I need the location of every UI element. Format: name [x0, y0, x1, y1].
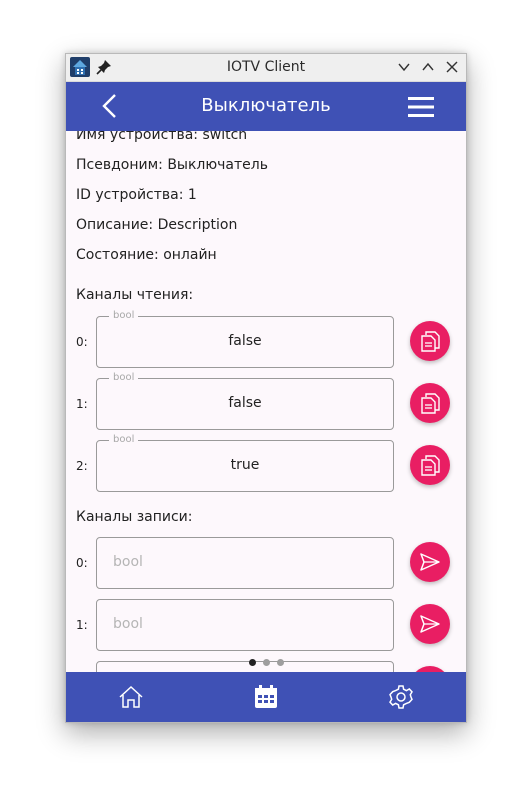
gear-icon[interactable] — [388, 684, 414, 710]
page-dot-active[interactable] — [249, 659, 256, 666]
write-channel-input[interactable]: bool — [96, 537, 394, 589]
app-window: IOTV Client Выключатель Имя устройства: … — [65, 53, 467, 723]
write-channel-placeholder: bool — [113, 554, 143, 570]
device-description: Описание: Description — [76, 217, 238, 233]
device-content[interactable]: Имя устройства: switch Псевдоним: Выключ… — [66, 131, 466, 672]
write-channels-header: Каналы записи: — [76, 509, 193, 525]
calendar-icon[interactable] — [253, 684, 279, 710]
write-channel-send-button[interactable] — [410, 604, 450, 644]
read-channel-button[interactable] — [410, 445, 450, 485]
read-channel-index: 2: — [76, 459, 88, 473]
device-name: Имя устройства: switch — [76, 131, 248, 143]
document-icon — [421, 393, 440, 414]
read-channel-value: false — [228, 333, 262, 349]
read-channel-value: false — [228, 395, 262, 411]
write-channel-send-button[interactable] — [410, 542, 450, 582]
home-icon[interactable] — [118, 684, 144, 710]
minimize-icon[interactable] — [397, 60, 411, 74]
write-channel-index: 0: — [76, 556, 88, 570]
write-channel-input[interactable]: bool — [96, 599, 394, 651]
page-dot[interactable] — [277, 659, 284, 666]
page-dot[interactable] — [263, 659, 270, 666]
read-channel-index: 1: — [76, 397, 88, 411]
field-type-label: bool — [109, 310, 139, 322]
send-icon — [420, 553, 440, 571]
field-type-label: bool — [109, 372, 139, 384]
device-state: Состояние: онлайн — [76, 247, 217, 263]
document-icon — [421, 331, 440, 352]
read-channel-field: bool true — [96, 434, 394, 492]
send-icon — [420, 615, 440, 633]
read-channels-header: Каналы чтения: — [76, 287, 194, 303]
hamburger-icon[interactable] — [408, 96, 434, 118]
write-channel-index: 1: — [76, 618, 88, 632]
field-type-label: bool — [109, 434, 139, 446]
page-title: Выключатель — [201, 95, 331, 116]
read-channel-button[interactable] — [410, 383, 450, 423]
write-channel-placeholder: bool — [113, 616, 143, 632]
write-channel-input[interactable] — [96, 661, 394, 672]
close-icon[interactable] — [445, 60, 459, 74]
read-channel-index: 0: — [76, 335, 88, 349]
page-indicator — [248, 658, 288, 668]
window-titlebar: IOTV Client — [66, 54, 466, 82]
maximize-icon[interactable] — [421, 60, 435, 74]
app-bar: Выключатель — [66, 82, 466, 131]
read-channel-field: bool false — [96, 372, 394, 430]
device-id: ID устройства: 1 — [76, 187, 197, 203]
device-alias: Псевдоним: Выключатель — [76, 157, 268, 173]
read-channel-value: true — [230, 457, 260, 473]
document-icon — [421, 455, 440, 476]
read-channel-button[interactable] — [410, 321, 450, 361]
read-channel-field: bool false — [96, 310, 394, 368]
bottom-navigation — [66, 672, 466, 722]
